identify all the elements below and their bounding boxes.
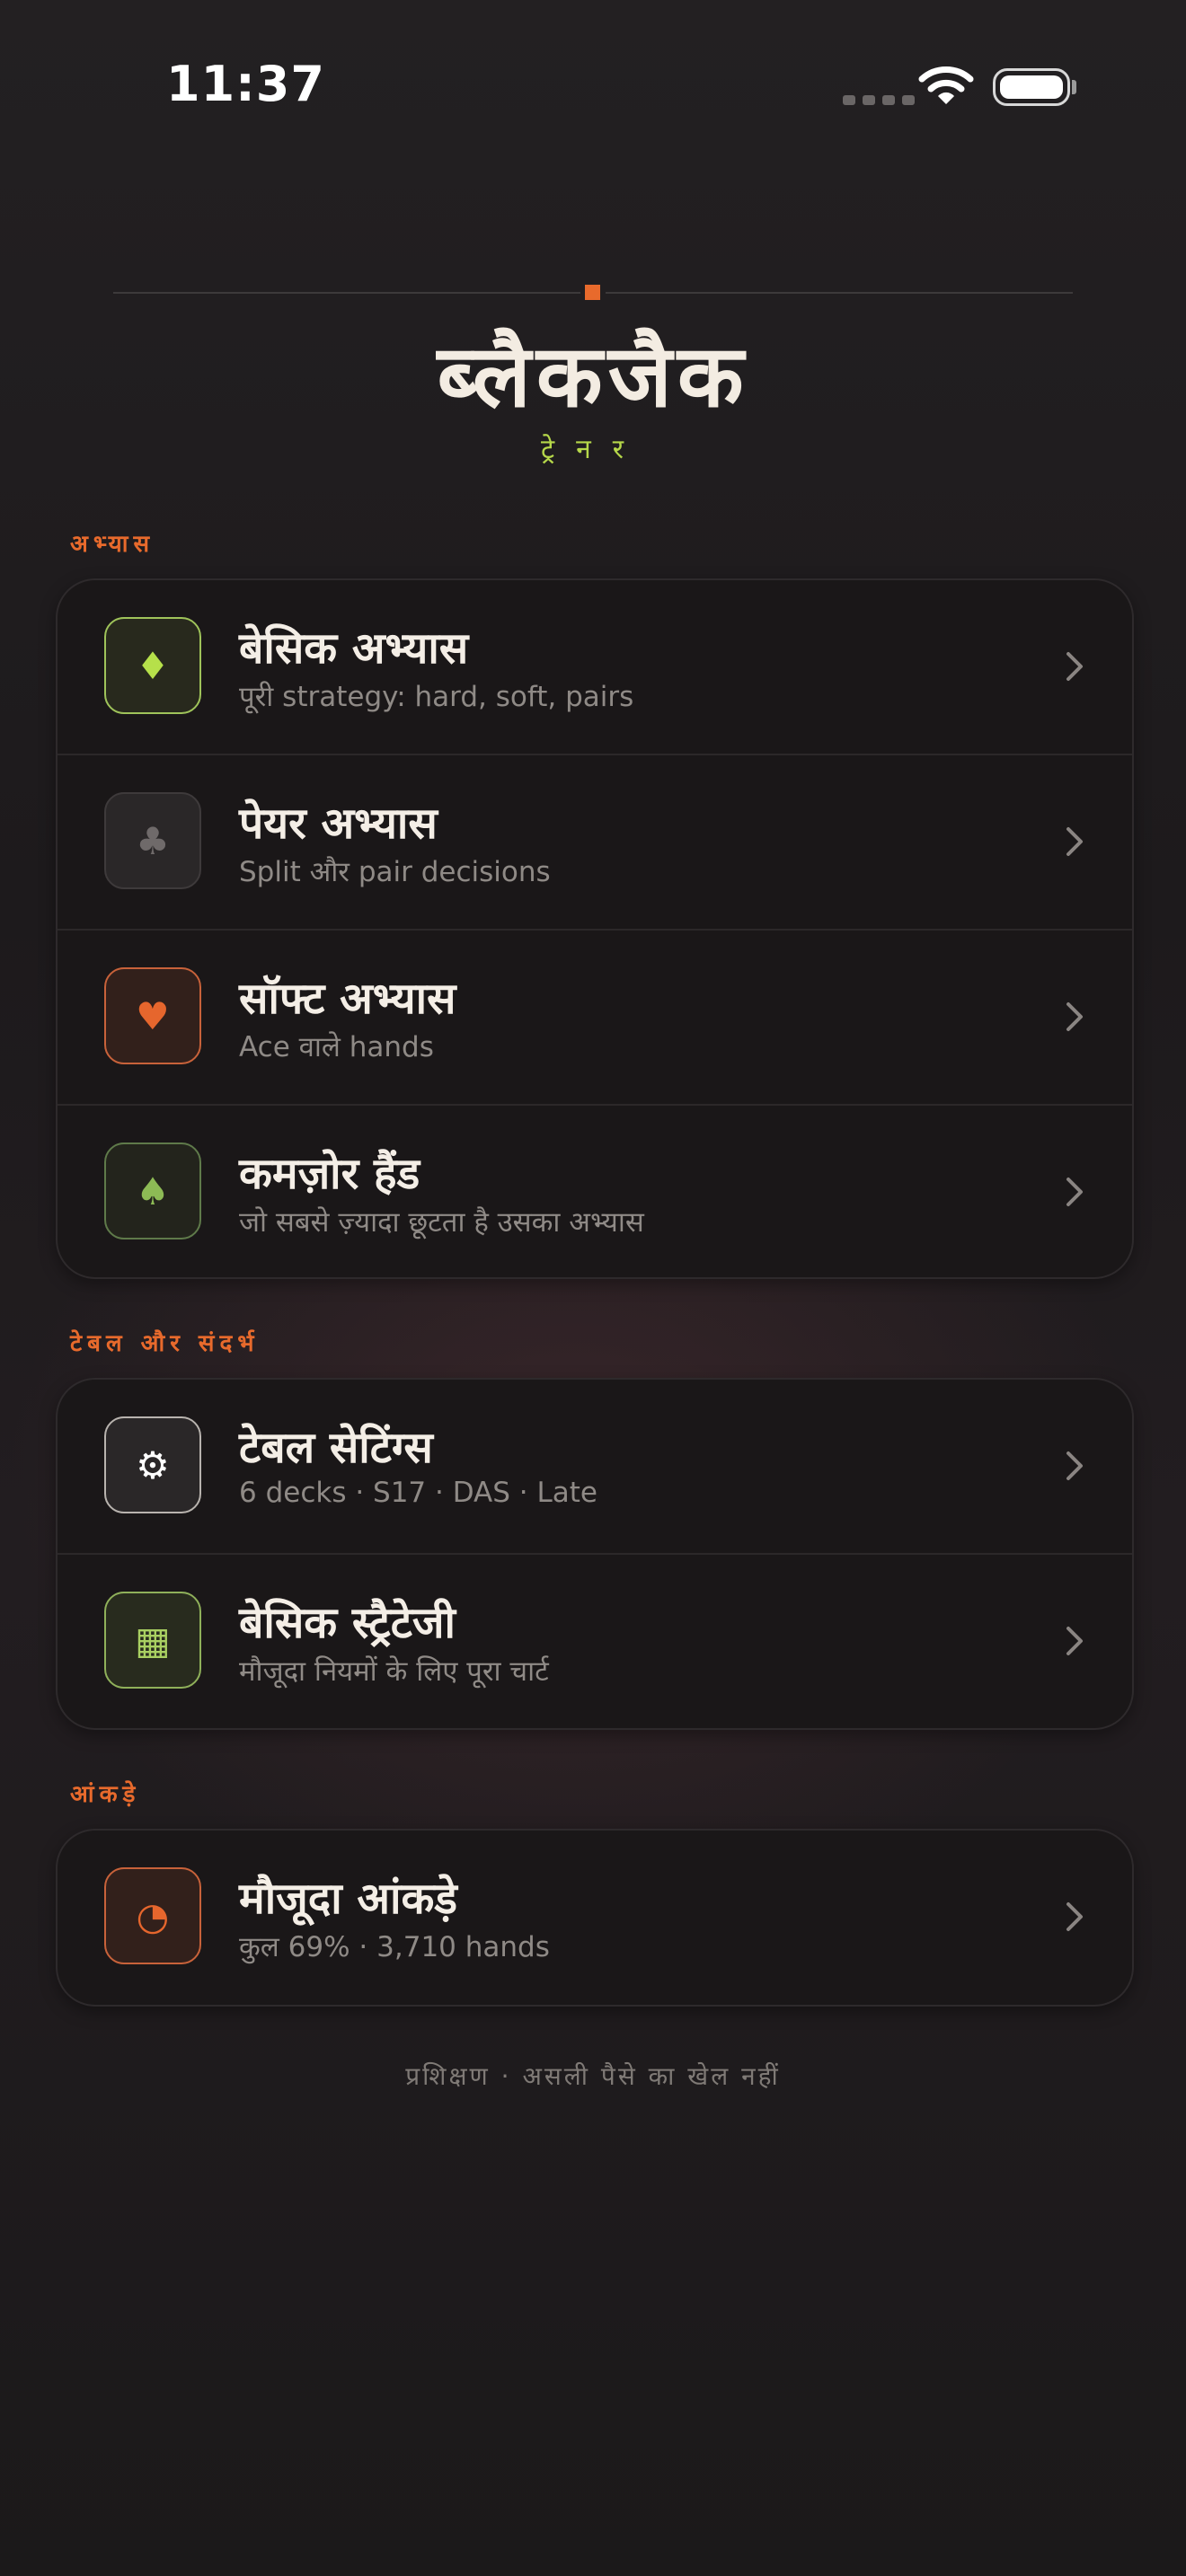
menu-item-title: मौजूदा आंकड़े [239,1874,457,1924]
menu-item-subtitle: मौजूदा नियमों के लिए पूरा चार्ट [239,1655,549,1688]
menu-item-title: सॉफ्ट अभ्यास [239,974,456,1024]
heart-icon: ♥ [104,967,201,1064]
menu-item-weak-hands[interactable]: ♠ कमज़ोर हैंड जो सबसे ज़्यादा छूटता है उ… [58,1104,1132,1277]
menu-item-subtitle: कुल 69% · 3,710 hands [239,1931,550,1963]
menu-item-title: बेसिक स्ट्रैटेजी [239,1598,456,1648]
menu-item-title: कमज़ोर हैंड [239,1149,420,1199]
menu-item-subtitle: पूरी strategy: hard, soft, pairs [239,681,634,713]
chevron-right-icon [1067,652,1083,681]
chevron-right-icon [1067,1178,1083,1206]
menu-item-basic-strategy[interactable]: ▦ बेसिक स्ट्रैटेजी मौजूदा नियमों के लिए … [58,1553,1132,1728]
menu-item-table-settings[interactable]: ⚙ टेबल सेटिंग्स 6 decks · S17 · DAS · La… [58,1380,1132,1553]
menu-item-subtitle: Ace वाले hands [239,1031,434,1063]
chevron-right-icon [1067,1451,1083,1480]
pie-chart-icon: ◔ [104,1867,201,1964]
section-label-stats: आंकड़े [70,1781,141,1808]
header-accent-dot [585,285,600,300]
battery-icon [993,68,1070,106]
battery-tip [1072,80,1076,94]
gear-icon: ⚙ [104,1416,201,1513]
table-reference-card: ⚙ टेबल सेटिंग्स 6 decks · S17 · DAS · La… [56,1378,1134,1730]
status-time: 11:37 [166,56,325,112]
footer-disclaimer: प्रशिक्षण · असली पैसे का खेल नहीं [405,2061,781,2091]
menu-item-subtitle: Split और pair decisions [239,856,551,888]
menu-item-soft-practice[interactable]: ♥ सॉफ्ट अभ्यास Ace वाले hands [58,929,1132,1104]
chevron-right-icon [1067,1627,1083,1655]
practice-card: ♦ बेसिक अभ्यास पूरी strategy: hard, soft… [56,578,1134,1279]
menu-item-pair-practice[interactable]: ♣ पेयर अभ्यास Split और pair decisions [58,754,1132,929]
club-icon: ♣ [104,792,201,889]
spade-icon: ♠ [104,1142,201,1239]
chevron-right-icon [1067,1002,1083,1031]
section-label-practice: अभ्यास [70,531,155,558]
chevron-right-icon [1067,1902,1083,1931]
stats-card: ◔ मौजूदा आंकड़े कुल 69% · 3,710 hands [56,1829,1134,2007]
grid-icon: ▦ [104,1592,201,1689]
app-subtitle: ट्रेनर [540,434,646,465]
wifi-icon [918,66,974,104]
header-rule-left [113,292,580,294]
chevron-right-icon [1067,827,1083,856]
header-rule-right [606,292,1073,294]
section-label-table-reference: टेबल और संदर्भ [70,1330,260,1357]
menu-item-title: पेयर अभ्यास [239,798,438,849]
menu-item-basic-practice[interactable]: ♦ बेसिक अभ्यास पूरी strategy: hard, soft… [58,580,1132,754]
menu-item-subtitle: 6 decks · S17 · DAS · Late [239,1477,597,1509]
menu-item-title: टेबल सेटिंग्स [239,1423,433,1473]
menu-item-current-stats[interactable]: ◔ मौजूदा आंकड़े कुल 69% · 3,710 hands [58,1831,1132,2004]
diamond-icon: ♦ [104,617,201,714]
cellular-signal-icon [843,95,915,105]
menu-item-subtitle: जो सबसे ज़्यादा छूटता है उसका अभ्यास [239,1206,644,1239]
menu-item-title: बेसिक अभ्यास [239,623,469,674]
app-title: ब्लैकजैक [437,325,749,427]
status-bar: 11:37 [0,0,1186,180]
